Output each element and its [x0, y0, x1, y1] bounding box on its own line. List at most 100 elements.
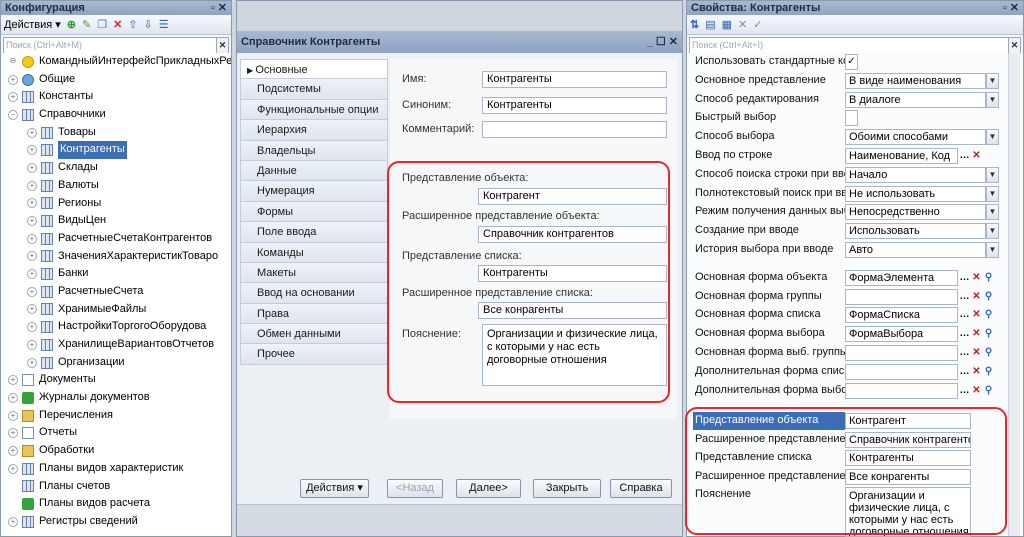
property-value[interactable]: Справочник контрагентов	[845, 431, 971, 448]
property-value[interactable]	[845, 110, 858, 127]
configuration-search-input[interactable]: Поиск (Ctrl+Alt+M) ✕	[3, 37, 229, 54]
expand-icon[interactable]: +	[27, 162, 37, 173]
property-value[interactable]: ✓	[845, 54, 858, 70]
tree-item[interactable]: + НастройкиТоргогоОборудова	[5, 318, 231, 336]
clear-icon[interactable]: ✕	[971, 383, 982, 399]
tab-item[interactable]: Макеты	[240, 262, 388, 284]
property-value[interactable]: В виде наименования	[845, 72, 986, 89]
property-name[interactable]: Способ редактирования	[695, 91, 847, 109]
clear-search-icon[interactable]: ✕	[1008, 37, 1021, 54]
expand-icon[interactable]: +	[27, 322, 37, 333]
add-icon[interactable]: ⊕	[67, 18, 76, 31]
open-icon[interactable]: ⚲	[983, 345, 994, 361]
open-icon[interactable]: ⚲	[983, 383, 994, 399]
property-value[interactable]	[845, 363, 958, 380]
help-button[interactable]: Справка	[610, 479, 672, 498]
property-name[interactable]: Основная форма объекта	[695, 269, 847, 287]
expand-icon[interactable]: +	[8, 92, 18, 103]
tab-item[interactable]: ▶ Основные	[240, 59, 388, 80]
tree-item[interactable]: + Общие	[5, 71, 231, 89]
property-value[interactable]: Контрагенты	[845, 450, 971, 467]
synonym-input[interactable]: Контрагенты	[482, 97, 667, 114]
collapse-icon[interactable]: ⊖	[8, 56, 18, 67]
tree-item[interactable]: − Справочники	[5, 106, 231, 124]
select-ellipsis-icon[interactable]: …	[959, 270, 970, 286]
clear-icon[interactable]: ✕	[971, 345, 982, 361]
tree-item[interactable]: + ВидыЦен	[5, 212, 231, 230]
tab-item[interactable]: Права	[240, 303, 388, 325]
property-name[interactable]: Основное представление	[695, 72, 847, 90]
delete-icon[interactable]: ✕	[113, 18, 122, 31]
select-ellipsis-icon[interactable]: …	[959, 307, 970, 323]
cancel-icon[interactable]: ✕	[738, 18, 747, 31]
tree-item[interactable]: + ЗначенияХарактеристикТоваро	[5, 248, 231, 266]
property-name[interactable]: Режим получения данных выбс	[695, 203, 847, 221]
tab-item[interactable]: Поле ввода	[240, 222, 388, 243]
expand-icon[interactable]: +	[8, 516, 18, 527]
property-value[interactable]	[845, 382, 958, 399]
property-value[interactable]: Авто	[845, 242, 986, 258]
property-value[interactable]: Использовать	[845, 223, 986, 240]
expand-icon[interactable]: +	[27, 357, 37, 368]
tree-item[interactable]: + Организации	[5, 354, 231, 372]
tree-item[interactable]: + Документы	[5, 371, 231, 389]
chevron-down-icon[interactable]: ▼	[986, 166, 999, 183]
expand-icon[interactable]: +	[27, 269, 37, 280]
tree-item[interactable]: + Валюты	[5, 177, 231, 195]
extended-object-representation-input[interactable]: Справочник контрагентов	[478, 226, 667, 243]
property-value[interactable]: Организации и физические лица, с которым…	[845, 487, 971, 537]
tree-item[interactable]: + Регистры сведений	[5, 513, 231, 531]
expand-icon[interactable]: +	[27, 216, 37, 227]
open-icon[interactable]: ⚲	[983, 307, 994, 323]
tree-item[interactable]: +Планы счетов	[5, 478, 231, 496]
expand-icon[interactable]: +	[27, 198, 37, 209]
clear-icon[interactable]: ✕	[971, 270, 982, 286]
clear-icon[interactable]: ✕	[971, 307, 982, 323]
edit-icon[interactable]: ✎	[82, 18, 91, 31]
property-name[interactable]: Быстрый выбор	[695, 109, 847, 127]
select-ellipsis-icon[interactable]: …	[959, 148, 970, 164]
property-value[interactable]: Не использовать	[845, 185, 986, 202]
property-name[interactable]: Основная форма выб. группы	[695, 344, 847, 362]
explanation-textarea[interactable]: Организации и физические лица, с которым…	[482, 324, 667, 386]
open-icon[interactable]: ⚲	[983, 270, 994, 286]
name-input[interactable]: Контрагенты	[482, 71, 667, 88]
copy-icon[interactable]: ❐	[97, 18, 107, 31]
tree-item[interactable]: + Товары	[5, 124, 231, 142]
property-name[interactable]: Расширенное представление о	[695, 431, 847, 449]
expand-icon[interactable]: +	[27, 251, 37, 262]
expand-icon[interactable]: +	[8, 375, 18, 386]
chevron-down-icon[interactable]: ▼	[986, 129, 999, 146]
property-value[interactable]: Наименование, Код	[845, 148, 958, 164]
property-value[interactable]: Обоими способами	[845, 129, 986, 146]
expand-icon[interactable]: +	[27, 233, 37, 244]
tree-item[interactable]: + Планы видов характеристик	[5, 460, 231, 478]
next-button[interactable]: Далее>	[456, 479, 521, 498]
property-name[interactable]: Способ выбора	[695, 128, 847, 146]
tree-item[interactable]: + РасчетныеСчета	[5, 283, 231, 301]
expand-icon[interactable]: +	[27, 145, 37, 156]
expand-icon[interactable]: +	[27, 304, 37, 315]
tab-item[interactable]: Формы	[240, 201, 388, 223]
tree-item[interactable]: + ХранилищеВариантовОтчетов	[5, 336, 231, 354]
tree-item[interactable]: + Журналы документов	[5, 389, 231, 407]
tab-item[interactable]: Иерархия	[240, 120, 388, 141]
chevron-down-icon[interactable]: ▼	[986, 242, 999, 258]
tree-item[interactable]: +Планы видов расчета	[5, 495, 231, 513]
property-name[interactable]: Полнотекстовый поиск при вв	[695, 185, 847, 203]
chevron-down-icon[interactable]: ▼	[986, 204, 999, 221]
move-up-icon[interactable]: ⇧	[128, 18, 137, 31]
chevron-down-icon[interactable]: ▼	[986, 223, 999, 240]
property-value[interactable]: Контрагент	[845, 413, 971, 430]
list-representation-input[interactable]: Контрагенты	[478, 265, 667, 282]
expand-icon[interactable]: +	[8, 445, 18, 456]
property-name[interactable]: Дополнительная форма выбор	[695, 382, 847, 400]
properties-search-input[interactable]: Поиск (Ctrl+Alt+I) ✕	[689, 37, 1021, 54]
open-icon[interactable]: ⚲	[983, 289, 994, 305]
move-down-icon[interactable]: ⇩	[144, 18, 153, 31]
expand-icon[interactable]: +	[27, 339, 37, 350]
chevron-down-icon[interactable]: ▼	[986, 91, 999, 108]
clear-icon[interactable]: ✕	[971, 326, 982, 342]
sort-alphabetical-icon[interactable]: ⇅	[690, 18, 699, 31]
property-value[interactable]: Непосредственно	[845, 204, 986, 221]
